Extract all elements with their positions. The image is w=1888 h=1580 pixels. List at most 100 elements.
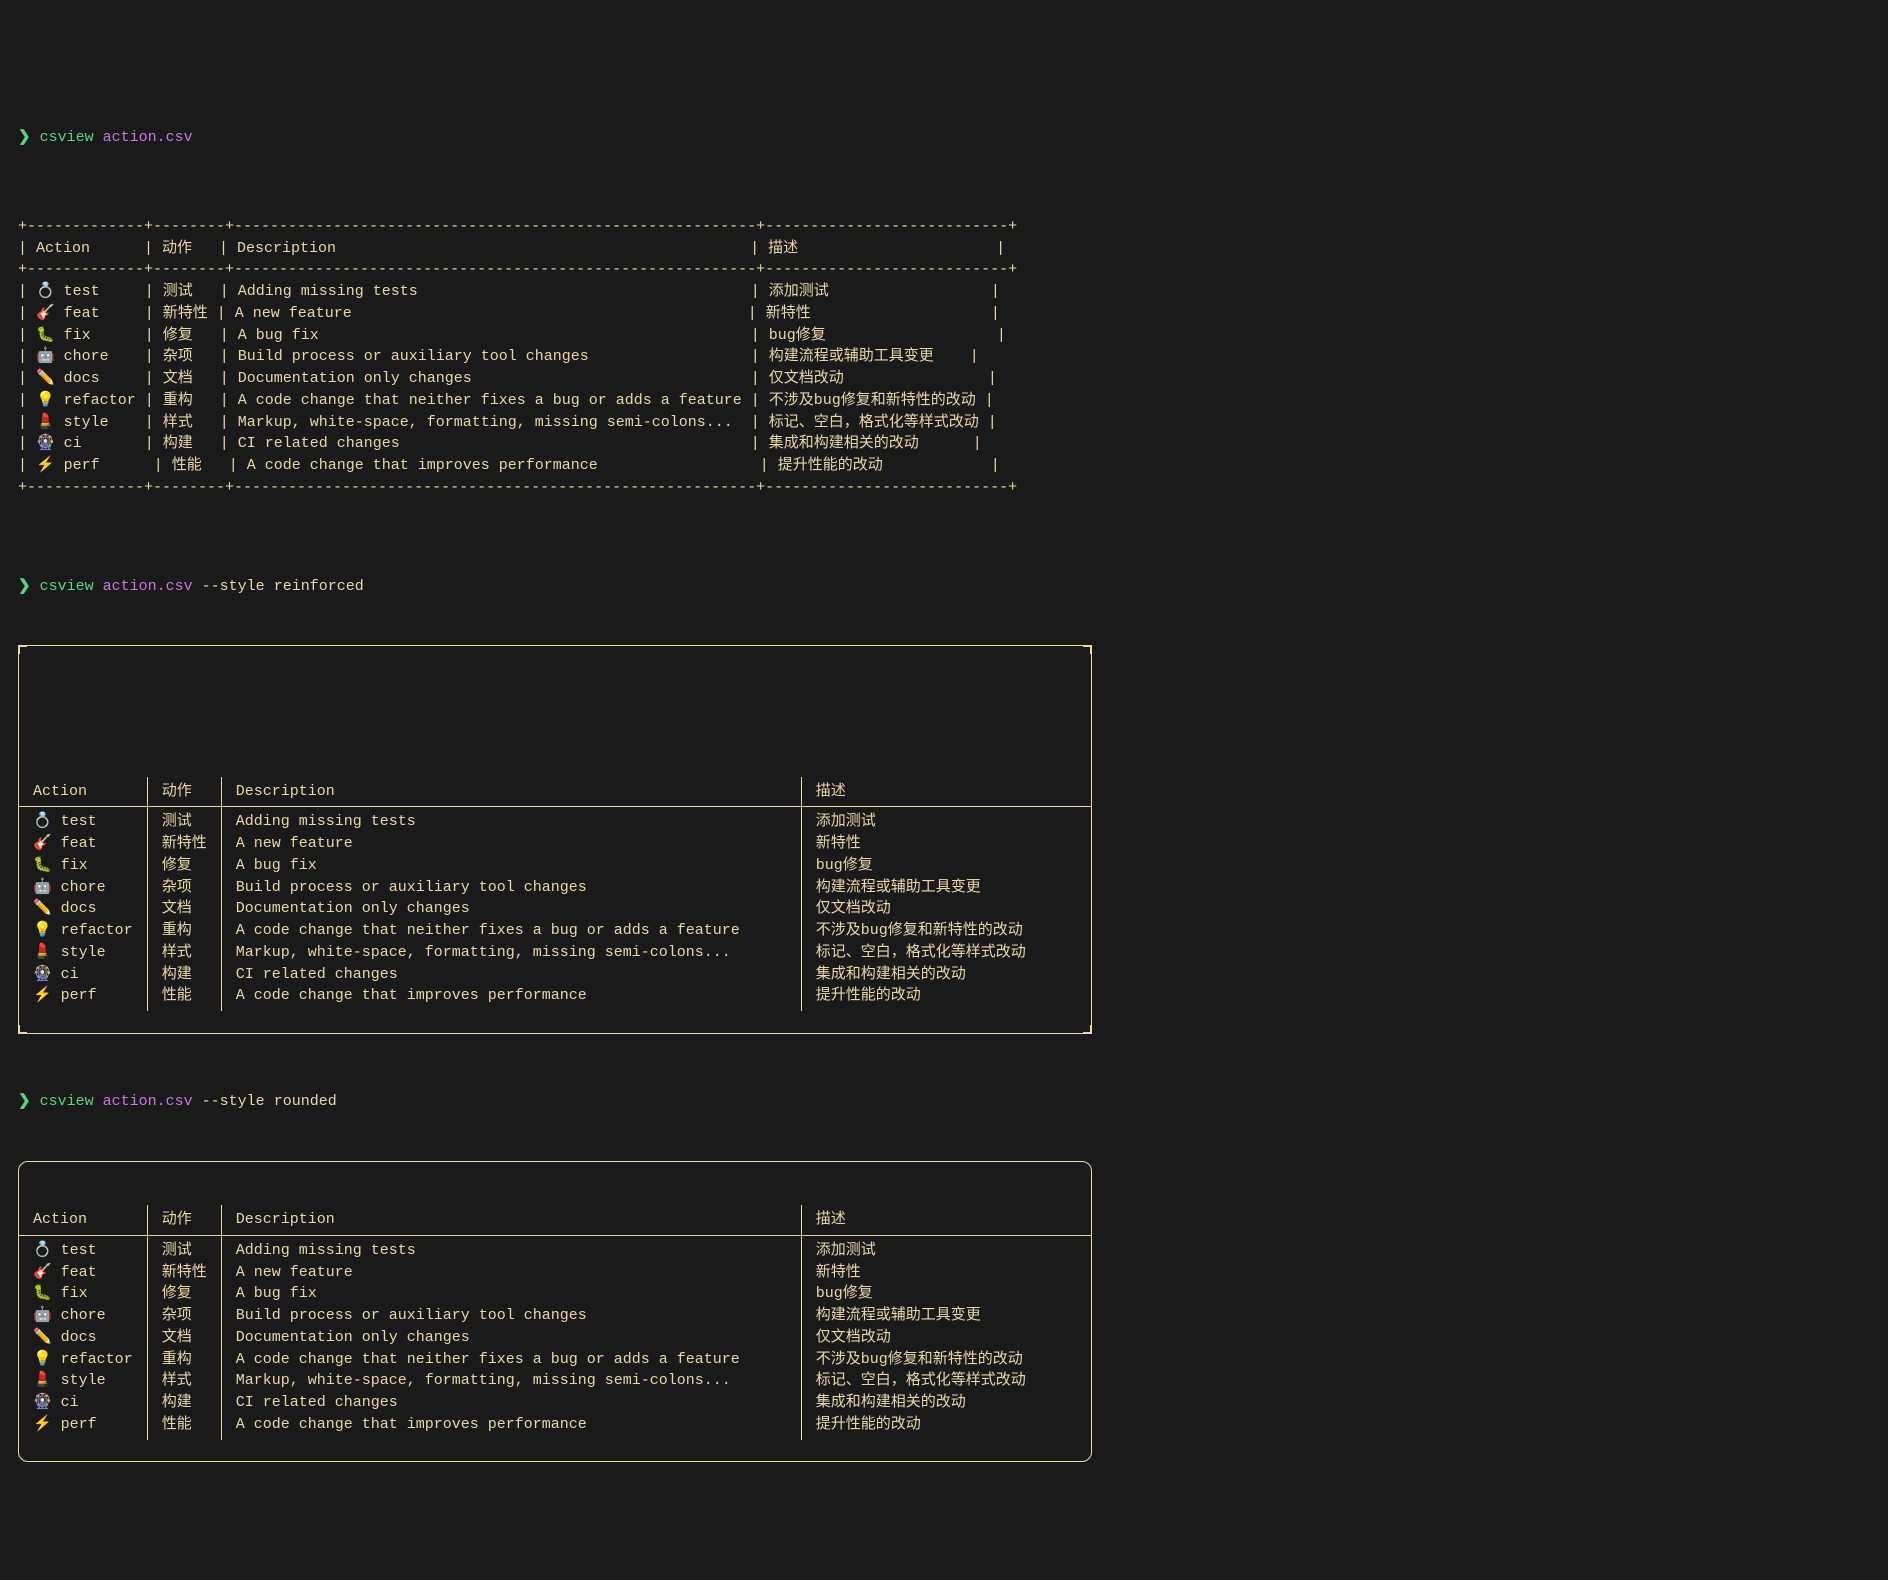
col-dongzuo: 动作	[147, 777, 221, 807]
cell-zhdesc: bug修复	[801, 1283, 1091, 1305]
cell-zh: 样式	[147, 1370, 221, 1392]
table-header-row: | Action | 动作 | Description | 描述 |	[18, 240, 1005, 257]
cell-action: 💍 test	[19, 1235, 147, 1261]
table-row: 🎸 feat新特性A new feature新特性	[19, 833, 1091, 855]
command-name: csview	[40, 1093, 94, 1110]
cell-zhdesc: 标记、空白，格式化等样式改动	[801, 1370, 1091, 1392]
cell-zhdesc: 仅文档改动	[801, 1327, 1091, 1349]
table-row: 💍 test测试Adding missing tests添加测试	[19, 1235, 1091, 1261]
table-row: 🎸 feat新特性A new feature新特性	[19, 1262, 1091, 1284]
cell-zhdesc: 不涉及bug修复和新特性的改动	[801, 920, 1091, 942]
table-row: 🤖 chore杂项Build process or auxiliary tool…	[19, 877, 1091, 899]
col-miaoshu: 描述	[801, 1205, 1091, 1235]
rounded-table: Action 动作 Description 描述 💍 test测试Adding …	[18, 1161, 1092, 1463]
cell-action: 💡 refactor	[19, 1349, 147, 1371]
cell-desc: Documentation only changes	[221, 1327, 801, 1349]
col-action: Action	[19, 777, 147, 807]
command-name: csview	[40, 578, 94, 595]
cell-zh: 新特性	[147, 833, 221, 855]
table-row: ⚡ perf性能A code change that improves perf…	[19, 1414, 1091, 1440]
table-row: ⚡ perf性能A code change that improves perf…	[19, 985, 1091, 1011]
prompt-caret-icon: ❯	[18, 1093, 31, 1110]
cell-zh: 新特性	[147, 1262, 221, 1284]
command-name: csview	[40, 129, 94, 146]
reinforced-table: Action 动作 Description 描述 💍 test测试Adding …	[18, 645, 1092, 1034]
corner-tr-icon	[1083, 645, 1092, 654]
cell-zh: 文档	[147, 898, 221, 920]
cell-desc: Build process or auxiliary tool changes	[221, 877, 801, 899]
cell-zhdesc: 添加测试	[801, 807, 1091, 833]
cell-zhdesc: 仅文档改动	[801, 898, 1091, 920]
cell-desc: Build process or auxiliary tool changes	[221, 1305, 801, 1327]
table-header-row: Action 动作 Description 描述	[19, 1205, 1091, 1235]
cell-zh: 性能	[147, 1414, 221, 1440]
cell-zh: 杂项	[147, 877, 221, 899]
cell-zhdesc: 提升性能的改动	[801, 985, 1091, 1011]
col-description: Description	[221, 777, 801, 807]
cell-action: 💍 test	[19, 807, 147, 833]
col-action: Action	[19, 1205, 147, 1235]
cell-desc: Adding missing tests	[221, 1235, 801, 1261]
cell-zhdesc: 新特性	[801, 833, 1091, 855]
cell-zhdesc: 添加测试	[801, 1235, 1091, 1261]
table-row: 💄 style样式Markup, white-space, formatting…	[19, 942, 1091, 964]
command-arg: action.csv	[103, 578, 193, 595]
cell-action: ✏️ docs	[19, 1327, 147, 1349]
cell-desc: A code change that improves performance	[221, 985, 801, 1011]
cell-action: 💄 style	[19, 942, 147, 964]
table-row: ✏️ docs文档Documentation only changes仅文档改动	[19, 1327, 1091, 1349]
table-row: 💡 refactor重构A code change that neither f…	[19, 1349, 1091, 1371]
cell-desc: A code change that neither fixes a bug o…	[221, 920, 801, 942]
cell-action: 🤖 chore	[19, 877, 147, 899]
command-arg: action.csv	[103, 129, 193, 146]
cell-zhdesc: 提升性能的改动	[801, 1414, 1091, 1440]
corner-tl-icon	[18, 645, 27, 654]
cell-zhdesc: 新特性	[801, 1262, 1091, 1284]
table-border-bottom: +-------------+--------+----------------…	[18, 479, 1017, 496]
table-row: ✏️ docs文档Documentation only changes仅文档改动	[19, 898, 1091, 920]
cell-action: 🎡 ci	[19, 1392, 147, 1414]
cell-desc: Markup, white-space, formatting, missing…	[221, 1370, 801, 1392]
cell-zh: 修复	[147, 1283, 221, 1305]
cell-desc: A code change that neither fixes a bug o…	[221, 1349, 801, 1371]
cell-zh: 重构	[147, 1349, 221, 1371]
table-border-mid: +-------------+--------+----------------…	[18, 261, 1017, 278]
table-row: 🐛 fix修复A bug fixbug修复	[19, 855, 1091, 877]
cell-zhdesc: 构建流程或辅助工具变更	[801, 877, 1091, 899]
corner-br-icon	[1083, 1025, 1092, 1034]
cell-zh: 测试	[147, 1235, 221, 1261]
cell-zh: 样式	[147, 942, 221, 964]
cell-zh: 性能	[147, 985, 221, 1011]
table-row: 🎡 ci构建CI related changes集成和构建相关的改动	[19, 1392, 1091, 1414]
cell-zhdesc: 构建流程或辅助工具变更	[801, 1305, 1091, 1327]
cell-desc: A bug fix	[221, 1283, 801, 1305]
cell-desc: CI related changes	[221, 1392, 801, 1414]
prompt-line-1[interactable]: ❯ csview action.csv	[18, 127, 1870, 149]
command-arg: action.csv	[103, 1093, 193, 1110]
cell-action: 🎡 ci	[19, 964, 147, 986]
cell-action: ⚡ perf	[19, 985, 147, 1011]
cell-desc: A new feature	[221, 833, 801, 855]
command-flag: --style	[202, 1093, 265, 1110]
cell-desc: Markup, white-space, formatting, missing…	[221, 942, 801, 964]
cell-zhdesc: 不涉及bug修复和新特性的改动	[801, 1349, 1091, 1371]
cell-action: 💡 refactor	[19, 920, 147, 942]
prompt-line-2[interactable]: ❯ csview action.csv --style reinforced	[18, 576, 1870, 598]
table-row: 💡 refactor重构A code change that neither f…	[19, 920, 1091, 942]
cell-zh: 构建	[147, 964, 221, 986]
cell-action: 🐛 fix	[19, 1283, 147, 1305]
command-flag: --style	[202, 578, 265, 595]
ascii-table-body: | 💍 test | 测试 | Adding missing tests | 添…	[18, 281, 1870, 477]
corner-bl-icon	[18, 1025, 27, 1034]
ascii-table-default: +-------------+--------+----------------…	[18, 194, 1870, 499]
prompt-line-3[interactable]: ❯ csview action.csv --style rounded	[18, 1091, 1870, 1113]
table-row: 🤖 chore杂项Build process or auxiliary tool…	[19, 1305, 1091, 1327]
cell-action: ⚡ perf	[19, 1414, 147, 1440]
col-description: Description	[221, 1205, 801, 1235]
cell-action: 🎸 feat	[19, 833, 147, 855]
table-row: 🐛 fix修复A bug fixbug修复	[19, 1283, 1091, 1305]
command-flag-value: reinforced	[274, 578, 364, 595]
table-row: 🎡 ci构建CI related changes集成和构建相关的改动	[19, 964, 1091, 986]
prompt-caret-icon: ❯	[18, 578, 31, 595]
cell-desc: A code change that improves performance	[221, 1414, 801, 1440]
